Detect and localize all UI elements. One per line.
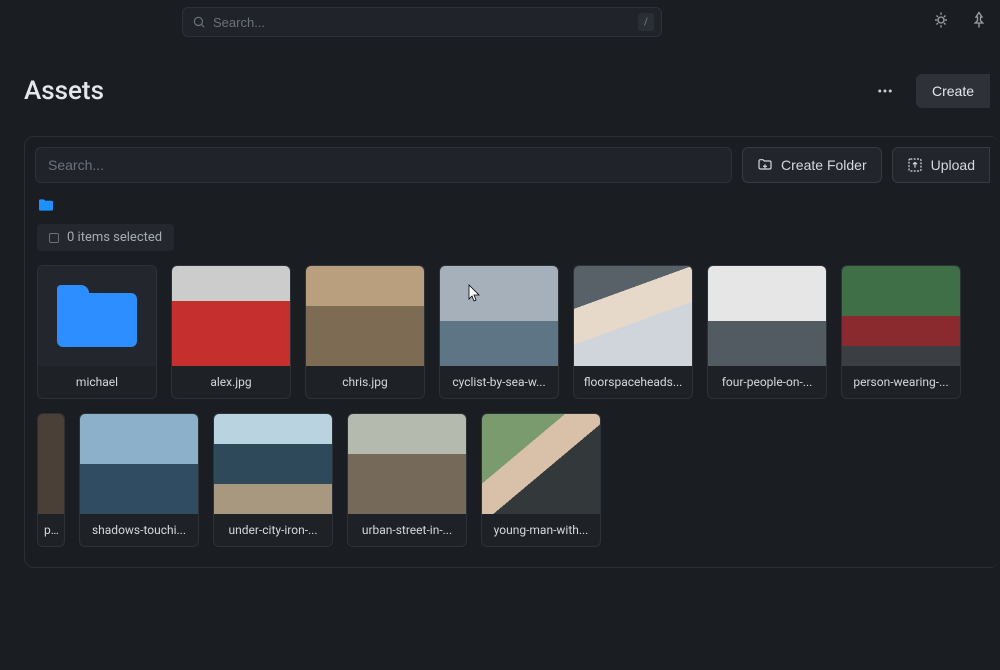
asset-image[interactable]: young-man-with... xyxy=(481,413,601,547)
asset-name-label: alex.jpg xyxy=(172,366,290,398)
asset-image[interactable]: shadows-touchi... xyxy=(79,413,199,547)
image-placeholder xyxy=(482,414,600,514)
asset-thumbnail xyxy=(440,266,558,366)
global-search-input[interactable] xyxy=(182,7,662,37)
search-shortcut-hint: / xyxy=(638,13,654,31)
asset-name-label: cyclist-by-sea-w... xyxy=(440,366,558,398)
asset-thumbnail xyxy=(574,266,692,366)
upload-button[interactable]: Upload xyxy=(892,147,990,183)
more-options-button[interactable] xyxy=(870,76,900,106)
asset-name-label: chris.jpg xyxy=(306,366,424,398)
assets-grid: michael alex.jpg chris.jpg cyclist-by-sea-w… xyxy=(25,265,1000,567)
assets-panel: Create Folder Upload 0 items selected mi… xyxy=(24,136,1000,568)
asset-image[interactable]: floorspaceheads... xyxy=(573,265,693,399)
create-button[interactable]: Create xyxy=(916,74,990,108)
image-placeholder xyxy=(348,414,466,514)
asset-thumbnail xyxy=(482,414,600,514)
asset-image[interactable]: person-wearing-... xyxy=(841,265,961,399)
asset-image[interactable]: under-city-iron-... xyxy=(213,413,333,547)
panel-search-input[interactable] xyxy=(35,147,732,183)
page-title: Assets xyxy=(24,76,104,106)
asset-image[interactable]: four-people-on-... xyxy=(707,265,827,399)
folder-icon xyxy=(57,285,137,347)
selection-count-label: 0 items selected xyxy=(67,230,162,245)
image-placeholder xyxy=(80,414,198,514)
asset-name-label: under-city-iron-... xyxy=(214,514,332,546)
image-placeholder xyxy=(172,266,290,366)
asset-thumbnail xyxy=(80,414,198,514)
global-search-wrap: / xyxy=(182,7,662,37)
image-placeholder xyxy=(708,266,826,366)
search-icon xyxy=(192,15,206,29)
asset-name-label: shadows-touchi... xyxy=(80,514,198,546)
image-placeholder xyxy=(842,266,960,366)
breadcrumb xyxy=(25,183,1000,224)
asset-thumbnail xyxy=(708,266,826,366)
asset-image[interactable]: chris.jpg xyxy=(305,265,425,399)
asset-thumbnail xyxy=(172,266,290,366)
image-placeholder xyxy=(214,414,332,514)
asset-name-label: floorspaceheads... xyxy=(574,366,692,398)
asset-folder[interactable]: michael xyxy=(37,265,157,399)
asset-thumbnail xyxy=(348,414,466,514)
asset-name-label: person-wearing-... xyxy=(842,366,960,398)
asset-name-label: prof xyxy=(38,514,64,546)
asset-image[interactable]: urban-street-in-... xyxy=(347,413,467,547)
asset-name-label: michael xyxy=(38,366,156,398)
breadcrumb-root-folder-icon[interactable] xyxy=(37,198,55,212)
asset-image[interactable]: alex.jpg xyxy=(171,265,291,399)
image-placeholder xyxy=(38,414,64,514)
create-folder-label: Create Folder xyxy=(781,157,867,173)
image-placeholder xyxy=(440,266,558,366)
page: Assets Create Create Folder Upload xyxy=(0,44,1000,568)
asset-name-label: four-people-on-... xyxy=(708,366,826,398)
image-placeholder xyxy=(574,266,692,366)
asset-thumbnail xyxy=(38,266,156,366)
asset-thumbnail xyxy=(38,414,64,514)
asset-name-label: young-man-with... xyxy=(482,514,600,546)
asset-image[interactable]: prof xyxy=(37,413,65,547)
pin-icon[interactable] xyxy=(970,11,988,33)
asset-image[interactable]: cyclist-by-sea-w... xyxy=(439,265,559,399)
page-header: Assets Create xyxy=(24,74,1000,108)
create-folder-button[interactable]: Create Folder xyxy=(742,147,882,183)
upload-label: Upload xyxy=(931,157,975,173)
image-placeholder xyxy=(306,266,424,366)
asset-thumbnail xyxy=(214,414,332,514)
bug-icon[interactable] xyxy=(932,11,950,33)
asset-name-label: urban-street-in-... xyxy=(348,514,466,546)
asset-thumbnail xyxy=(842,266,960,366)
top-bar: / xyxy=(0,0,1000,44)
selection-checkbox-icon xyxy=(49,233,59,243)
topbar-actions xyxy=(932,11,988,33)
selection-status: 0 items selected xyxy=(37,224,174,251)
asset-thumbnail xyxy=(306,266,424,366)
panel-toolbar: Create Folder Upload xyxy=(25,137,1000,183)
